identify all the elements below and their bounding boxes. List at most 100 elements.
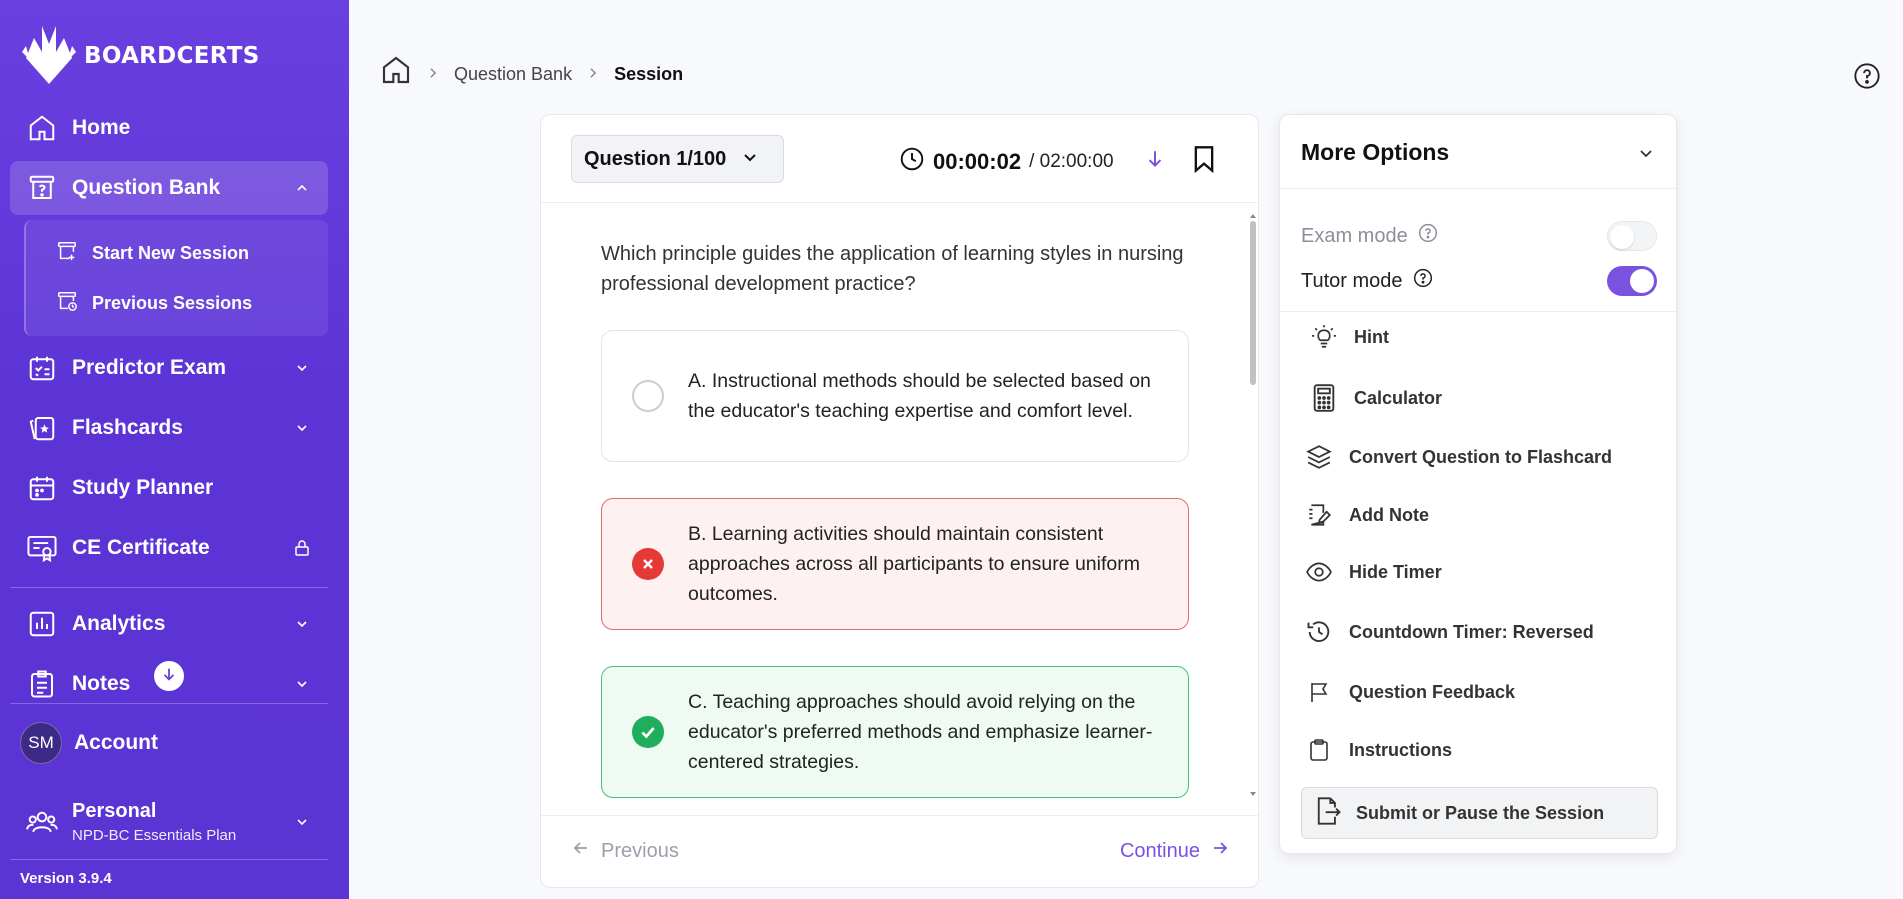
flag-icon — [1305, 678, 1333, 706]
layers-icon — [1305, 443, 1333, 471]
option-add-note[interactable]: Add Note — [1305, 497, 1429, 533]
option-label: Hide Timer — [1349, 561, 1442, 582]
brand-logo[interactable]: BOARDCERTS — [20, 22, 260, 89]
sidebar-subitem-previous-sessions[interactable]: Previous Sessions — [56, 288, 252, 318]
chevron-down-icon[interactable] — [292, 418, 312, 438]
question-scrollbar[interactable] — [1248, 207, 1258, 803]
exam-mode-row: Exam mode — [1301, 221, 1657, 251]
lock-icon — [292, 538, 312, 558]
more-options-header[interactable]: More Options — [1280, 115, 1676, 189]
toggle-knob — [1630, 269, 1654, 293]
sidebar-item-analytics[interactable]: Analytics — [10, 597, 328, 651]
radio-empty-icon — [632, 380, 664, 412]
lightbulb-icon — [1310, 323, 1338, 351]
question-selector[interactable]: Question 1/100 — [571, 135, 784, 183]
sidebar-item-ce-certificate[interactable]: CE Certificate — [10, 521, 328, 575]
scroll-down-icon[interactable] — [1249, 785, 1257, 803]
bookmark-icon[interactable] — [1192, 145, 1216, 178]
calendar-icon — [24, 470, 60, 506]
sidebar-subitem-start-new-session[interactable]: Start New Session — [56, 238, 249, 268]
sidebar-item-flashcards[interactable]: Flashcards — [10, 401, 328, 455]
exam-mode-label: Exam mode — [1301, 224, 1408, 247]
chevron-down-icon[interactable] — [292, 358, 312, 378]
sidebar-item-home[interactable]: Home — [10, 101, 328, 155]
sidebar-item-label: Question Bank — [72, 176, 221, 199]
option-calculator[interactable]: Calculator — [1310, 380, 1442, 416]
session-timer: 00:00:02 / 02:00:00 — [899, 145, 1216, 178]
arrow-left-icon — [571, 838, 591, 864]
arrow-down-icon — [160, 665, 178, 688]
more-options-panel: More Options Exam mode Tutor mode Hint C… — [1279, 114, 1677, 854]
exam-mode-toggle[interactable] — [1607, 221, 1657, 251]
sidebar-item-label: Study Planner — [72, 476, 214, 499]
sidebar-item-label: Home — [72, 116, 131, 139]
option-countdown-timer[interactable]: Countdown Timer: Reversed — [1305, 614, 1594, 650]
history-icon — [1305, 618, 1333, 646]
option-convert-to-flashcard[interactable]: Convert Question to Flashcard — [1305, 439, 1612, 475]
option-label: Convert Question to Flashcard — [1349, 446, 1613, 467]
start-session-icon — [56, 240, 78, 267]
info-icon[interactable] — [1418, 223, 1438, 249]
option-question-feedback[interactable]: Question Feedback — [1305, 674, 1515, 710]
scrollbar-thumb[interactable] — [1250, 221, 1256, 385]
chevron-down-icon[interactable] — [292, 614, 312, 634]
sidebar-divider — [10, 859, 328, 860]
answer-option-b[interactable]: B. Learning activities should maintain c… — [601, 498, 1189, 630]
notes-icon — [24, 666, 60, 702]
option-label: Add Note — [1349, 504, 1429, 525]
option-instructions[interactable]: Instructions — [1305, 732, 1452, 768]
chevron-right-icon — [586, 64, 600, 85]
answer-option-a[interactable]: A. Instructional methods should be selec… — [601, 330, 1189, 462]
timer-total: / 02:00:00 — [1029, 150, 1114, 172]
home-icon[interactable] — [380, 54, 412, 91]
continue-button[interactable]: Continue — [1120, 838, 1230, 864]
option-hint[interactable]: Hint — [1310, 319, 1389, 355]
breadcrumb: Question Bank Session — [380, 56, 684, 91]
file-export-icon — [1314, 796, 1342, 831]
chevron-down-icon[interactable] — [1636, 143, 1656, 168]
answer-option-text: C. Teaching approaches should avoid rely… — [688, 691, 1153, 773]
breadcrumb-item-question-bank[interactable]: Question Bank — [454, 64, 572, 85]
chevron-right-icon — [426, 64, 440, 85]
option-hide-timer[interactable]: Hide Timer — [1305, 554, 1442, 590]
note-edit-icon — [1305, 501, 1333, 529]
info-icon[interactable] — [1413, 268, 1433, 294]
sidebar-item-study-planner[interactable]: Study Planner — [10, 461, 328, 515]
question-bank-icon — [24, 170, 60, 206]
chevron-down-icon — [740, 147, 760, 172]
brand-name: BOARDCERTS — [84, 42, 260, 69]
sidebar-subitem-label: Previous Sessions — [92, 292, 253, 313]
previous-button-label: Previous — [601, 839, 679, 862]
sort-down-icon[interactable] — [1144, 148, 1166, 175]
help-icon[interactable] — [1853, 62, 1881, 90]
sidebar: BOARDCERTS Home Question Bank Start New … — [0, 0, 349, 899]
workspace-switcher[interactable]: Personal NPD-BC Essentials Plan — [10, 788, 328, 856]
scroll-down-button[interactable] — [154, 661, 184, 691]
flashcards-icon — [24, 410, 60, 446]
tutor-mode-toggle[interactable] — [1607, 266, 1657, 296]
option-label: Calculator — [1354, 387, 1443, 408]
previous-sessions-icon — [56, 290, 78, 317]
option-label: Instructions — [1349, 739, 1453, 760]
question-body: Which principle guides the application o… — [541, 203, 1258, 817]
breadcrumb-item-session: Session — [614, 64, 684, 84]
question-selector-label: Question 1/100 — [584, 147, 727, 170]
question-card: Question 1/100 00:00:02 / 02:00:00 Which… — [540, 114, 1259, 888]
continue-button-label: Continue — [1119, 839, 1200, 862]
answer-option-c[interactable]: C. Teaching approaches should avoid rely… — [601, 666, 1189, 798]
sidebar-item-question-bank[interactable]: Question Bank — [10, 161, 328, 215]
sidebar-item-account[interactable]: SM Account — [10, 716, 328, 770]
chevron-down-icon[interactable] — [292, 812, 312, 832]
submit-or-pause-button[interactable]: Submit or Pause the Session — [1301, 787, 1658, 839]
chevron-up-icon[interactable] — [292, 178, 312, 198]
sidebar-item-label: Account — [74, 731, 158, 754]
calculator-icon — [1310, 384, 1338, 412]
sidebar-item-label: Notes — [72, 672, 131, 695]
previous-button[interactable]: Previous — [571, 838, 679, 864]
eye-icon — [1305, 558, 1333, 586]
options-divider — [1280, 311, 1676, 312]
chevron-down-icon[interactable] — [292, 674, 312, 694]
option-label: Countdown Timer: Reversed — [1349, 621, 1594, 642]
answer-option-text: A. Instructional methods should be selec… — [688, 370, 1151, 422]
sidebar-item-predictor-exam[interactable]: Predictor Exam — [10, 341, 328, 395]
